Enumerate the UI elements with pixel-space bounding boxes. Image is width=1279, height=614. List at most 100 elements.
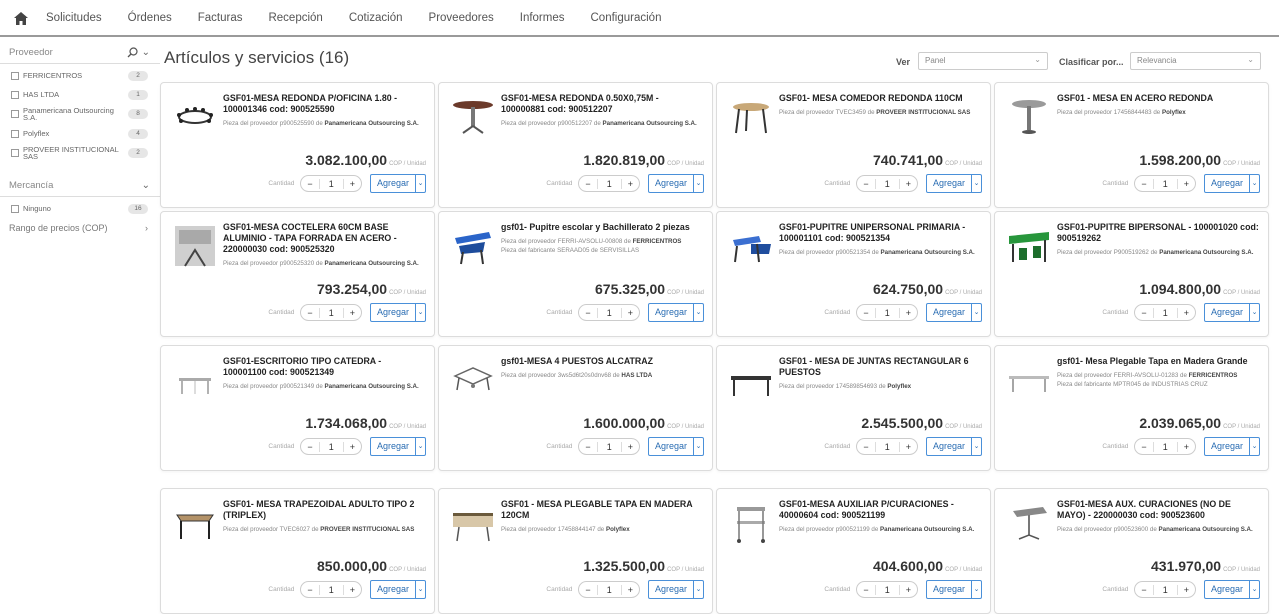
product-card[interactable]: GSF01 - MESA EN ACERO REDONDA Pieza del p… xyxy=(994,82,1269,208)
checkbox[interactable] xyxy=(11,204,19,213)
pedestal-table-icon[interactable] xyxy=(449,93,497,141)
minus-icon[interactable]: − xyxy=(1135,442,1152,452)
chevron-down-icon[interactable]: ⌄ xyxy=(415,438,425,455)
mercancia-facet-header[interactable]: Mercancía ⌄ xyxy=(0,175,160,197)
nav-cotizacion[interactable]: Cotización xyxy=(349,12,403,24)
home-icon[interactable] xyxy=(14,12,28,25)
add-to-cart-button[interactable]: Agregar ⌄ xyxy=(1203,174,1260,193)
single-desk-icon[interactable] xyxy=(727,222,775,270)
product-title[interactable]: GSF01-MESA AUX. CURACIONES (NO DE MAYO) … xyxy=(1057,499,1260,521)
proveedor-facet-header[interactable]: Proveedor ⌄ xyxy=(0,42,160,64)
product-card[interactable]: GSF01-MESA COCTELERA 60CM BASE ALUMINIO … xyxy=(160,211,435,337)
nav-solicitudes[interactable]: Solicitudes xyxy=(46,12,102,24)
nav-proveedores[interactable]: Proveedores xyxy=(429,12,494,24)
quantity-value[interactable]: 1 xyxy=(318,178,344,189)
minus-icon[interactable]: − xyxy=(301,308,318,318)
quantity-value[interactable]: 1 xyxy=(1152,178,1178,189)
add-to-cart-button[interactable]: Agregar ⌄ xyxy=(369,174,426,193)
chevron-down-icon[interactable]: ⌄ xyxy=(1249,438,1259,455)
lectern-desk-icon[interactable] xyxy=(171,356,219,404)
add-to-cart-button[interactable]: Agregar ⌄ xyxy=(647,437,704,456)
minus-icon[interactable]: − xyxy=(857,179,874,189)
quantity-value[interactable]: 1 xyxy=(874,178,900,189)
quantity-stepper[interactable]: −1 + xyxy=(578,438,640,455)
minus-icon[interactable]: − xyxy=(1135,179,1152,189)
quantity-value[interactable]: 1 xyxy=(874,307,900,318)
minus-icon[interactable]: − xyxy=(579,179,596,189)
product-card[interactable]: GSF01 - MESA PLEGABLE TAPA EN MADERA 120… xyxy=(438,488,713,614)
product-card[interactable]: GSF01-MESA REDONDA 0.50X0,75M - 10000088… xyxy=(438,82,713,208)
product-card[interactable]: GSF01-PUPITRE UNIPERSONAL PRIMARIA - 100… xyxy=(716,211,991,337)
chevron-down-icon[interactable]: ⌄ xyxy=(142,47,150,58)
checkbox[interactable] xyxy=(11,149,19,157)
nav-recepcion[interactable]: Recepción xyxy=(268,12,322,24)
product-title[interactable]: GSF01- MESA TRAPEZOIDAL ADULTO TIPO 2 (T… xyxy=(223,499,426,521)
plus-icon[interactable]: + xyxy=(900,442,917,452)
quantity-stepper[interactable]: −1 + xyxy=(856,304,918,321)
add-to-cart-button[interactable]: Agregar ⌄ xyxy=(1203,580,1260,599)
minus-icon[interactable]: − xyxy=(1135,585,1152,595)
product-title[interactable]: GSF01-MESA COCTELERA 60CM BASE ALUMINIO … xyxy=(223,222,426,255)
cocktail-table-icon[interactable] xyxy=(171,222,219,270)
product-title[interactable]: GSF01-MESA REDONDA P/OFICINA 1.80 - 1000… xyxy=(223,93,426,115)
chevron-down-icon[interactable]: ⌄ xyxy=(693,175,703,192)
quantity-stepper[interactable]: −1 + xyxy=(300,438,362,455)
plus-icon[interactable]: + xyxy=(1178,308,1195,318)
sort-select[interactable]: Relevancia ⌄ xyxy=(1130,52,1261,70)
round-table-icon[interactable] xyxy=(171,93,219,141)
chevron-down-icon[interactable]: ⌄ xyxy=(693,581,703,598)
minus-icon[interactable]: − xyxy=(857,308,874,318)
plus-icon[interactable]: + xyxy=(622,585,639,595)
folding-wood-table-icon[interactable] xyxy=(449,499,497,547)
product-title[interactable]: GSF01-MESA AUXILIAR P/CURACIONES - 40000… xyxy=(779,499,982,521)
nav-informes[interactable]: Informes xyxy=(520,12,565,24)
chevron-down-icon[interactable]: ⌄ xyxy=(693,438,703,455)
product-card[interactable]: gsf01-MESA 4 PUESTOS ALCATRAZ Pieza del p… xyxy=(438,345,713,471)
chevron-down-icon[interactable]: ⌄ xyxy=(971,438,981,455)
product-card[interactable]: GSF01-MESA AUX. CURACIONES (NO DE MAYO) … xyxy=(994,488,1269,614)
quantity-stepper[interactable]: −1 + xyxy=(1134,581,1196,598)
chevron-down-icon[interactable]: ⌄ xyxy=(1249,175,1259,192)
quantity-stepper[interactable]: −1 + xyxy=(856,175,918,192)
product-card[interactable]: GSF01 - MESA DE JUNTAS RECTANGULAR 6 PUE… xyxy=(716,345,991,471)
minus-icon[interactable]: − xyxy=(579,308,596,318)
plus-icon[interactable]: + xyxy=(1178,585,1195,595)
quantity-stepper[interactable]: −1 + xyxy=(300,304,362,321)
quantity-stepper[interactable]: −1 + xyxy=(856,581,918,598)
facet-option[interactable]: Ninguno 16 xyxy=(11,202,148,215)
add-to-cart-button[interactable]: Agregar ⌄ xyxy=(369,437,426,456)
product-title[interactable]: GSF01- MESA COMEDOR REDONDA 110CM xyxy=(779,93,982,104)
facet-option[interactable]: PROVEER INSTITUCIONAL SAS 2 xyxy=(11,146,148,160)
facet-option[interactable]: Panamericana Outsourcing S.A. 8 xyxy=(11,107,148,121)
add-to-cart-button[interactable]: Agregar ⌄ xyxy=(925,303,982,322)
chevron-down-icon[interactable]: ⌄ xyxy=(971,175,981,192)
chevron-down-icon[interactable]: ⌄ xyxy=(415,304,425,321)
quantity-stepper[interactable]: −1 + xyxy=(300,581,362,598)
four-seat-table-icon[interactable] xyxy=(449,356,497,404)
facet-option[interactable]: Polyflex 4 xyxy=(11,127,148,140)
quantity-stepper[interactable]: −1 + xyxy=(1134,175,1196,192)
school-desk-icon[interactable] xyxy=(449,222,497,270)
product-card[interactable]: gsf01- Pupitre escolar y Bachillerato 2 … xyxy=(438,211,713,337)
checkbox[interactable] xyxy=(11,90,19,99)
quantity-value[interactable]: 1 xyxy=(1152,441,1178,452)
add-to-cart-button[interactable]: Agregar ⌄ xyxy=(925,580,982,599)
view-select[interactable]: Panel ⌄ xyxy=(918,52,1048,70)
double-desk-icon[interactable] xyxy=(1005,222,1053,270)
add-to-cart-button[interactable]: Agregar ⌄ xyxy=(1203,303,1260,322)
quantity-stepper[interactable]: −1 + xyxy=(578,175,640,192)
product-title[interactable]: GSF01 - MESA EN ACERO REDONDA xyxy=(1057,93,1260,104)
medical-cart-icon[interactable] xyxy=(727,499,775,547)
product-title[interactable]: GSF01-MESA REDONDA 0.50X0,75M - 10000088… xyxy=(501,93,704,115)
product-card[interactable]: GSF01-ESCRITORIO TIPO CATEDRA - 10000110… xyxy=(160,345,435,471)
add-to-cart-button[interactable]: Agregar ⌄ xyxy=(1203,437,1260,456)
mayo-table-icon[interactable] xyxy=(1005,499,1053,547)
chevron-down-icon[interactable]: ⌄ xyxy=(971,304,981,321)
plus-icon[interactable]: + xyxy=(900,585,917,595)
chevron-down-icon[interactable]: ⌄ xyxy=(415,581,425,598)
quantity-stepper[interactable]: −1 + xyxy=(578,581,640,598)
price-range-facet[interactable]: Rango de precios (COP) › xyxy=(0,223,160,233)
add-to-cart-button[interactable]: Agregar ⌄ xyxy=(647,174,704,193)
quantity-value[interactable]: 1 xyxy=(318,441,344,452)
chevron-down-icon[interactable]: ⌄ xyxy=(971,581,981,598)
